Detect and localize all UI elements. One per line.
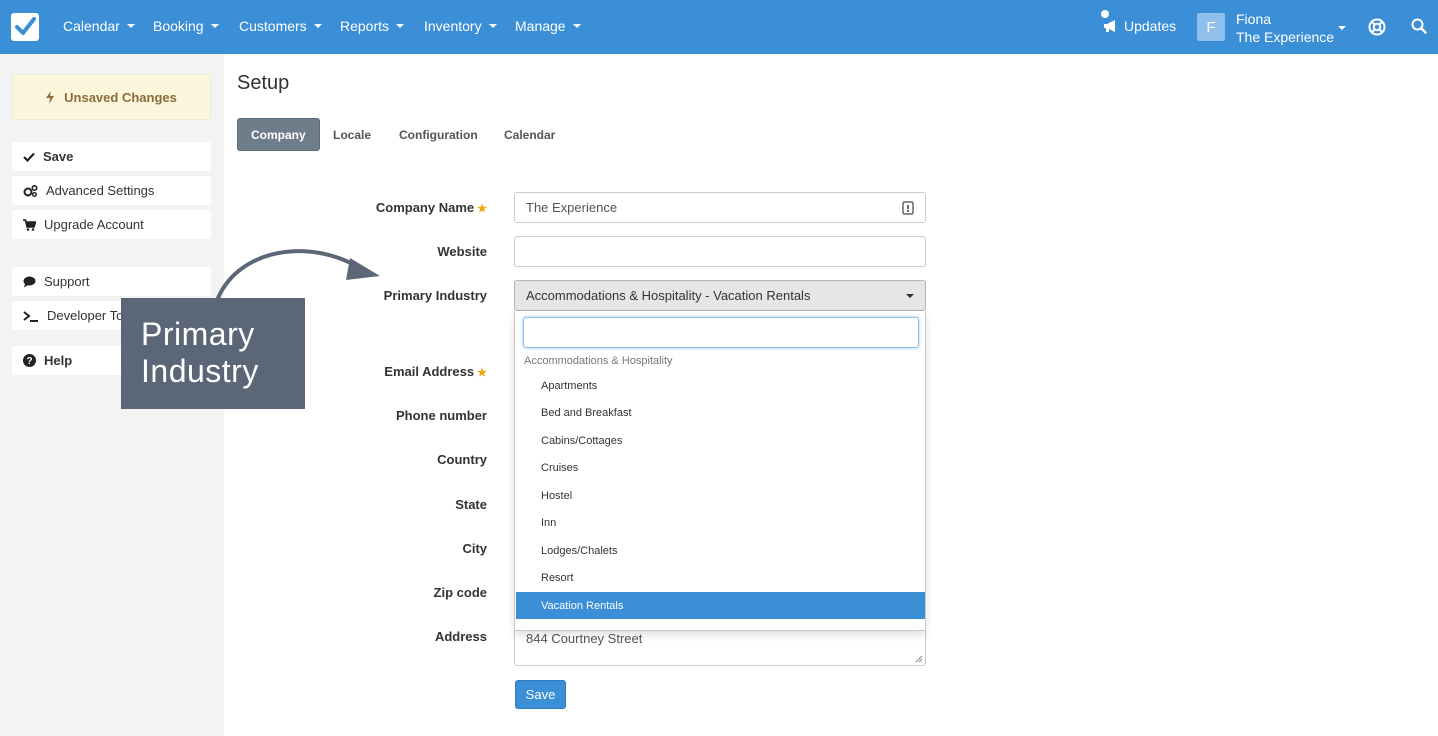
nav-inventory[interactable]: Inventory — [424, 18, 497, 34]
dropdown-option[interactable]: Lodges/Chalets — [516, 537, 925, 564]
required-star-icon: ★ — [477, 203, 487, 215]
sidebar-save-button[interactable]: Save — [12, 142, 211, 171]
lifebuoy-icon[interactable] — [1368, 18, 1386, 36]
caret-down-icon — [572, 24, 581, 28]
callout-line-1: Primary — [141, 316, 255, 352]
caret-down-icon — [126, 24, 135, 28]
user-name: Fiona — [1236, 11, 1272, 27]
user-menu[interactable]: Fiona The Experience — [1236, 10, 1334, 46]
company-name-value: The Experience — [526, 200, 618, 215]
sidebar-advanced-settings-label: Advanced Settings — [46, 183, 155, 198]
dropdown-search-input[interactable] — [523, 317, 919, 348]
dropdown-option-selected[interactable]: Vacation Rentals — [516, 592, 925, 619]
caret-down-icon — [313, 24, 322, 28]
caret-down-icon — [210, 24, 219, 28]
search-icon[interactable] — [1411, 18, 1427, 34]
cart-icon — [23, 218, 36, 231]
dropdown-option[interactable]: Hostel — [516, 482, 925, 509]
nav-customers-label: Customers — [239, 18, 307, 34]
dropdown-option[interactable]: Bed and Breakfast — [516, 399, 925, 426]
tab-company[interactable]: Company — [237, 118, 320, 151]
svg-text:?: ? — [26, 356, 32, 367]
address-value: 844 Courtney Street — [526, 631, 643, 646]
nav-manage[interactable]: Manage — [515, 18, 581, 34]
nav-calendar[interactable]: Calendar — [63, 18, 135, 34]
dropdown-option[interactable]: Resort — [516, 564, 925, 591]
dropdown-group-label: Accommodations & Hospitality — [524, 355, 673, 367]
nav-customers[interactable]: Customers — [239, 18, 322, 34]
primary-industry-callout: Primary Industry — [121, 298, 305, 409]
zip-label: Zip code — [433, 585, 487, 600]
check-icon — [23, 152, 35, 162]
caret-down-icon[interactable] — [1338, 26, 1346, 30]
dropdown-option[interactable]: Cruises — [516, 454, 925, 481]
user-company: The Experience — [1236, 29, 1335, 45]
tab-calendar[interactable]: Calendar — [491, 118, 568, 151]
comment-icon — [23, 276, 36, 287]
nav-booking[interactable]: Booking — [153, 18, 219, 34]
notification-dot — [1101, 10, 1109, 18]
unsaved-changes-label: Unsaved Changes — [64, 89, 177, 105]
country-label: Country — [437, 452, 487, 467]
sidebar-upgrade-account-button[interactable]: Upgrade Account — [12, 210, 211, 239]
company-name-field[interactable]: The Experience — [514, 192, 926, 223]
updates-button[interactable]: Updates — [1101, 10, 1177, 34]
tab-configuration[interactable]: Configuration — [386, 118, 491, 151]
terminal-icon — [23, 310, 38, 322]
company-name-label: Company Name ★ — [227, 200, 487, 215]
website-field[interactable] — [514, 236, 926, 267]
sidebar-advanced-settings-button[interactable]: Advanced Settings — [12, 176, 211, 205]
company-name-label-text: Company Name — [375, 200, 475, 215]
phone-label: Phone number — [395, 408, 487, 423]
bolt-icon — [46, 90, 55, 104]
sidebar-upgrade-account-label: Upgrade Account — [44, 217, 144, 232]
nav-booking-label: Booking — [153, 18, 204, 34]
save-button[interactable]: Save — [515, 680, 566, 709]
unsaved-changes-banner: Unsaved Changes — [12, 74, 211, 120]
dropdown-option[interactable]: Inn — [516, 509, 925, 536]
sidebar-support-label: Support — [44, 274, 90, 289]
dropdown-option[interactable]: Cabins/Cottages — [516, 427, 925, 454]
caret-down-icon — [906, 293, 914, 298]
sidebar-support-button[interactable]: Support — [12, 267, 211, 296]
cogs-icon — [23, 184, 38, 197]
primary-industry-select[interactable]: Accommodations & Hospitality - Vacation … — [514, 280, 926, 311]
primary-industry-dropdown: Accommodations & Hospitality Apartments … — [514, 311, 926, 631]
sidebar-save-label: Save — [43, 149, 74, 164]
city-label: City — [462, 541, 487, 556]
avatar[interactable]: F — [1197, 13, 1225, 41]
callout-line-2: Industry — [141, 353, 259, 389]
caret-down-icon — [396, 24, 405, 28]
megaphone-icon — [1104, 20, 1115, 32]
nav-manage-label: Manage — [515, 18, 566, 34]
app-logo-icon[interactable] — [11, 13, 39, 41]
nav-reports[interactable]: Reports — [340, 18, 405, 34]
nav-reports-label: Reports — [340, 18, 390, 34]
email-label-text: Email Address — [384, 364, 475, 379]
address-label: Address — [434, 629, 487, 644]
dropdown-option[interactable]: Apartments — [516, 372, 925, 399]
nav-calendar-label: Calendar — [63, 18, 120, 34]
primary-industry-value: Accommodations & Hospitality - Vacation … — [526, 288, 811, 303]
contact-card-icon — [902, 200, 914, 215]
resize-handle-icon[interactable] — [915, 655, 923, 663]
state-label: State — [455, 497, 487, 512]
page-title: Setup — [237, 72, 290, 94]
tab-locale[interactable]: Locale — [320, 118, 384, 151]
question-circle-icon: ? — [23, 354, 36, 367]
nav-inventory-label: Inventory — [424, 18, 482, 34]
required-star-icon: ★ — [477, 367, 487, 379]
caret-down-icon — [488, 24, 497, 28]
top-navbar: Calendar Booking Customers Reports Inven… — [0, 0, 1438, 54]
updates-label: Updates — [1124, 18, 1177, 34]
sidebar-help-label: Help — [44, 353, 73, 368]
